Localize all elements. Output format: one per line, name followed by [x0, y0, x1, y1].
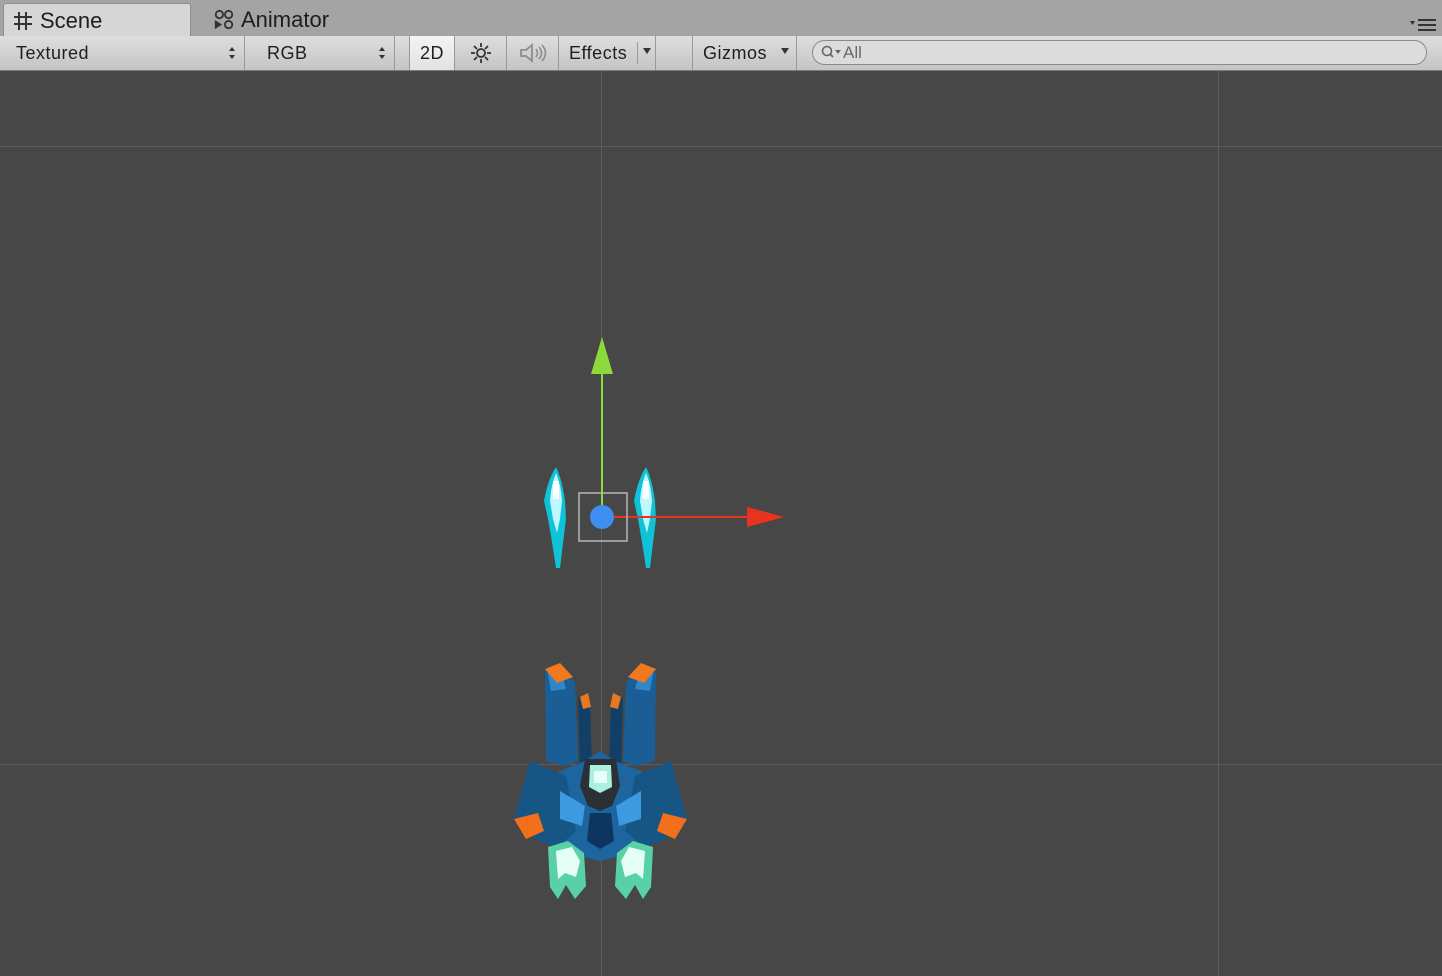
- search-icon: [821, 45, 841, 58]
- 2d-mode-button[interactable]: 2D: [409, 36, 455, 70]
- gizmos-dropdown[interactable]: Gizmos: [692, 36, 797, 70]
- 2d-mode-label: 2D: [419, 42, 444, 63]
- effects-divider: [637, 42, 638, 64]
- scene-viewport[interactable]: [0, 71, 1442, 976]
- panel-menu-icon[interactable]: [1410, 18, 1436, 32]
- tab-scene-label: Scene: [40, 7, 103, 33]
- x-axis-arrow[interactable]: [747, 507, 784, 527]
- tab-animator[interactable]: Animator: [205, 3, 385, 36]
- speaker-icon: [519, 43, 546, 63]
- updown-arrows-icon: [379, 47, 385, 59]
- pivot-handle[interactable]: [590, 505, 614, 529]
- scene-audio-button[interactable]: [507, 36, 559, 70]
- tab-scene[interactable]: Scene: [3, 3, 191, 37]
- chevron-down-icon: [643, 48, 651, 54]
- transform-gizmo[interactable]: [578, 337, 784, 542]
- render-mode-dropdown[interactable]: RGB: [257, 36, 395, 70]
- chevron-down-icon: [781, 48, 789, 54]
- updown-arrows-icon: [229, 47, 235, 59]
- effects-label: Effects: [569, 42, 628, 63]
- scene-canvas: [514, 337, 784, 899]
- draw-mode-value: Textured: [16, 42, 90, 63]
- effects-dropdown[interactable]: Effects: [559, 36, 656, 70]
- render-mode-value: RGB: [267, 42, 308, 63]
- scene-search-field[interactable]: All: [812, 40, 1427, 65]
- search-placeholder: All: [843, 42, 862, 62]
- window-tab-bar: Scene Animator: [0, 0, 1442, 37]
- y-axis-arrow[interactable]: [591, 337, 613, 374]
- scene-toolbar: Textured RGB 2D Effects Gizmos All: [0, 36, 1442, 71]
- scene-lighting-button[interactable]: [455, 36, 507, 70]
- tab-animator-label: Animator: [241, 6, 330, 32]
- gizmos-label: Gizmos: [703, 42, 768, 63]
- draw-mode-dropdown[interactable]: Textured: [6, 36, 245, 70]
- animator-icon: [213, 9, 235, 31]
- sun-icon: [470, 43, 491, 63]
- grid-icon: [12, 10, 34, 32]
- player-ship-sprite[interactable]: [514, 663, 687, 899]
- bullet-flame-left: [544, 467, 566, 568]
